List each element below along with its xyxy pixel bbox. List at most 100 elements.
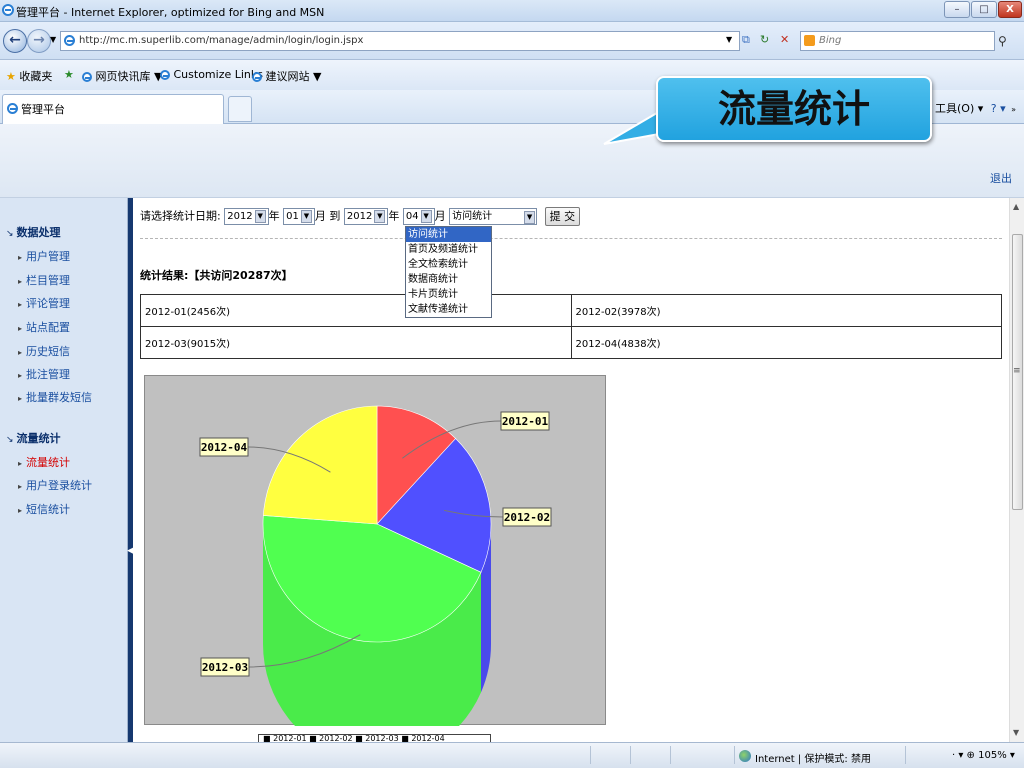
fav-web-slice[interactable]: 网页快讯库 ▼ [82, 68, 162, 84]
divider [905, 746, 906, 764]
favorites-label: 收藏夹 [19, 70, 53, 83]
sidebar-item-column-management[interactable]: 栏目管理 [18, 272, 70, 288]
fav-label: 建议网站 ▼ [265, 70, 322, 83]
sidebar-item-user-management[interactable]: 用户管理 [18, 248, 70, 264]
address-bar[interactable]: http://mc.m.superlib.com/manage/admin/lo… [60, 31, 740, 51]
chevron-down-icon: ▼ [254, 210, 266, 223]
sidebar-item-sms-stats[interactable]: 短信统计 [18, 501, 70, 517]
dropdown-option[interactable]: 访问统计 [406, 227, 491, 242]
sidebar-item-site-config[interactable]: 站点配置 [18, 319, 70, 335]
sidebar-item-bulk-sms[interactable]: 批量群发短信 [18, 389, 92, 405]
main-content: 请选择统计日期: 2012 ▼ 年 01 ▼ 月 到 2012 ▼ 年 04 ▼ 月 访问统计 ▼… [133, 198, 1009, 742]
divider [670, 746, 671, 764]
stat-type-select[interactable]: 访问统计 ▼ [449, 208, 538, 225]
maximize-button[interactable]: □ [971, 1, 997, 18]
minimize-button[interactable]: – [944, 1, 970, 18]
compat-view-icon[interactable]: ⧉ [742, 31, 750, 51]
sidebar-item-login-stats[interactable]: 用户登录统计 [18, 477, 92, 493]
browser-window: 管理平台 - Internet Explorer, optimized for … [0, 0, 1024, 768]
search-icon[interactable]: ⚲ [998, 34, 1007, 48]
chart-legend: ■ 2012-01 ■ 2012-02 ■ 2012-03 ■ 2012-04 [258, 734, 491, 742]
table-row: 2012-03(9015次) 2012-04(4838次) [140, 326, 1002, 359]
table-cell: 2012-02(3978次) [570, 294, 1002, 327]
refresh-icon[interactable]: ↻ [760, 31, 769, 51]
close-button[interactable]: X [998, 1, 1022, 18]
chevron-more-icon[interactable]: » [1011, 105, 1016, 114]
ie-icon [252, 72, 262, 82]
scroll-up-icon[interactable]: ▲ [1013, 202, 1019, 211]
pie-slice [262, 405, 378, 525]
fav-customize-links[interactable]: Customize Links [160, 68, 263, 81]
forward-button[interactable]: → [27, 29, 51, 53]
pie-label: 2012-03 [202, 661, 248, 674]
tools-menu[interactable]: 工具(O) ▾ [935, 102, 983, 115]
stop-icon[interactable]: ✕ [780, 31, 789, 51]
submit-button[interactable]: 提 交 [544, 207, 581, 226]
result-table: 2012-01(2456次) 2012-02(3978次) 2012-03(90… [140, 294, 1002, 359]
search-placeholder: Bing [819, 35, 842, 46]
address-dropdown-icon[interactable]: ▼ [726, 31, 732, 51]
sidebar-item-traffic-stats[interactable]: 流量统计 [18, 454, 70, 470]
ie-icon [82, 72, 92, 82]
fav-suggested-sites[interactable]: 建议网站 ▼ [252, 68, 321, 84]
table-cell: 2012-01(2456次) [140, 294, 572, 327]
select-value: 01 [286, 211, 299, 222]
fav-label: Customize Links [173, 68, 264, 81]
sidebar-section-title[interactable]: 数据处理 [6, 224, 61, 240]
start-year-select[interactable]: 2012 ▼ [224, 208, 269, 225]
tab-management-platform[interactable]: 管理平台 [2, 94, 224, 124]
month-label: 月 [434, 209, 446, 223]
new-tab-button[interactable] [228, 96, 252, 122]
select-value: 04 [405, 211, 419, 222]
end-year-select[interactable]: 2012 ▼ [343, 208, 389, 225]
zoom-control[interactable]: · ▾ ⊕ 105% ▾ [952, 750, 1015, 761]
sidebar-item-annotation-management[interactable]: 批注管理 [18, 366, 70, 382]
help-menu[interactable]: ? ▾ [991, 102, 1006, 115]
favorites-button[interactable]: ★ 收藏夹 [6, 68, 52, 84]
vertical-scrollbar[interactable]: ▲ ≡ ▼ [1009, 198, 1024, 742]
sidebar: 数据处理 用户管理 栏目管理 评论管理 站点配置 历史短信 批注管理 批量群发短… [0, 198, 128, 742]
scroll-down-icon[interactable]: ▼ [1013, 728, 1019, 737]
pie-label: 2012-04 [201, 441, 248, 454]
stat-type-dropdown[interactable]: 访问统计 首页及频道统计 全文检索统计 数据商统计 卡片页统计 文献传递统计 [405, 226, 492, 318]
sidebar-section-title[interactable]: 流量统计 [6, 430, 61, 446]
window-title: 管理平台 - Internet Explorer, optimized for … [16, 6, 325, 19]
search-input[interactable]: Bing [800, 31, 995, 51]
table-row: 2012-01(2456次) 2012-02(3978次) [140, 294, 1002, 327]
sidebar-item-sms-history[interactable]: 历史短信 [18, 343, 70, 359]
start-month-select[interactable]: 01 ▼ [283, 208, 315, 225]
dropdown-option[interactable]: 文献传递统计 [406, 302, 491, 317]
dropdown-option[interactable]: 卡片页统计 [406, 287, 491, 302]
table-cell: 2012-03(9015次) [140, 326, 572, 359]
zone-status: Internet | 保护模式: 禁用 [755, 754, 871, 765]
divider [734, 746, 735, 764]
callout-label: 流量统计 [656, 76, 932, 142]
history-dropdown-icon[interactable]: ▼ [50, 35, 56, 44]
status-bar: Internet | 保护模式: 禁用 · ▾ ⊕ 105% ▾ [0, 742, 1024, 768]
globe-icon [739, 750, 751, 762]
sidebar-item-comment-management[interactable]: 评论管理 [18, 295, 70, 311]
pie-chart-svg: 2012-01 2012-02 2012-03 2012-04 [199, 405, 552, 726]
ie-icon [7, 103, 18, 114]
pie-chart: 2012-01 2012-02 2012-03 2012-04 [144, 375, 606, 726]
select-value: 访问统计 [452, 211, 493, 222]
divider [140, 238, 1002, 239]
dropdown-option[interactable]: 数据商统计 [406, 272, 491, 287]
year-label: 年 [388, 209, 400, 223]
ie-icon [160, 70, 170, 80]
end-month-select[interactable]: 04 ▼ [402, 208, 435, 225]
scroll-grip-icon: ≡ [1013, 366, 1021, 376]
pie-label: 2012-01 [502, 415, 549, 428]
logout-link[interactable]: 退出 [990, 170, 1012, 186]
select-value: 2012 [227, 211, 253, 222]
date-filter-form: 请选择统计日期: 2012 ▼ 年 01 ▼ 月 到 2012 ▼ 年 04 ▼ 月 访问统计 ▼… [140, 207, 581, 226]
add-favorite-icon[interactable]: ★ [64, 68, 74, 81]
bing-icon [804, 35, 815, 46]
dropdown-option[interactable]: 全文检索统计 [406, 257, 491, 272]
table-cell: 2012-04(4838次) [570, 326, 1002, 359]
chevron-down-icon: ▼ [300, 210, 312, 223]
month-label: 月 [314, 209, 326, 223]
dropdown-option[interactable]: 首页及频道统计 [406, 242, 491, 257]
fav-label: 网页快讯库 ▼ [95, 70, 163, 83]
back-button[interactable]: ← [3, 29, 27, 53]
